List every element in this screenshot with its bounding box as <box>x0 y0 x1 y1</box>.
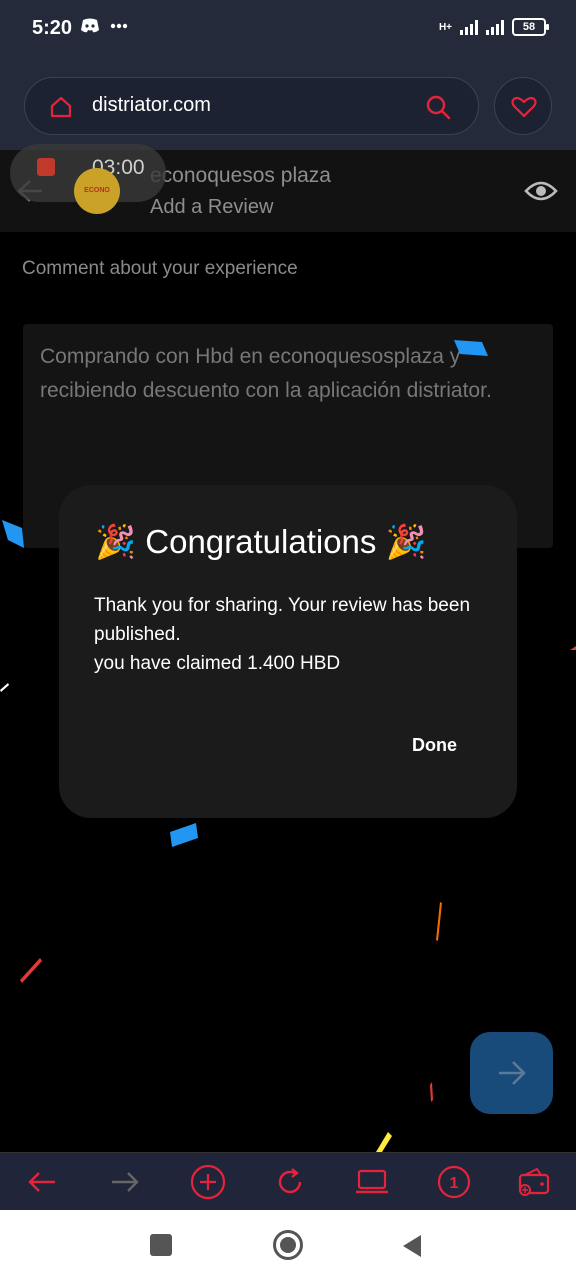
heart-icon <box>511 96 537 118</box>
nav-back-button[interactable] <box>10 1153 74 1211</box>
system-back-button[interactable] <box>400 1233 424 1259</box>
tabs-button[interactable]: 1 <box>422 1153 486 1211</box>
signal-icon-2 <box>486 19 504 35</box>
status-time: 5:20 <box>32 17 73 39</box>
wallet-icon <box>518 1167 550 1196</box>
system-nav-bar <box>0 1210 576 1280</box>
network-type: H+ <box>438 21 452 33</box>
tabs-count-icon: 1 <box>437 1165 471 1199</box>
home-button-dot <box>280 1237 296 1253</box>
status-system-icons: H+ 58 <box>438 18 549 36</box>
plus-circle-icon <box>190 1164 226 1200</box>
tabs-count: 1 <box>450 1175 459 1192</box>
dialog-title: 🎉 Congratulations 🎉 <box>95 523 427 560</box>
arrow-right-icon <box>112 1172 139 1192</box>
recents-button[interactable] <box>150 1234 172 1256</box>
submit-next-button[interactable] <box>470 1032 553 1114</box>
signal-icon <box>460 19 478 35</box>
dialog-message-line1: Thank you for sharing. Your review has b… <box>94 595 471 645</box>
page-subtitle: Add a Review <box>150 196 274 218</box>
search-icon[interactable] <box>425 94 451 120</box>
nav-forward-button[interactable] <box>93 1153 157 1211</box>
new-tab-button[interactable] <box>176 1153 240 1211</box>
discord-icon <box>81 18 99 33</box>
store-logo: ECONO QUESOS <box>74 168 120 214</box>
status-notification-icons <box>80 18 128 34</box>
browser-bottom-bar: 1 <box>0 1152 576 1210</box>
record-stop-icon[interactable] <box>37 158 55 176</box>
browser-top-bar: 5:20 H+ 58 distriator.com <box>0 0 576 150</box>
more-dots-icon <box>110 23 128 29</box>
url-text[interactable]: distriator.com <box>92 94 211 117</box>
home-button[interactable] <box>273 1230 303 1260</box>
arrow-right-icon <box>499 1061 526 1085</box>
congratulations-dialog: 🎉 Congratulations 🎉 Thank you for sharin… <box>59 485 517 818</box>
comment-prompt: Comment about your experience <box>22 258 298 279</box>
wallet-button[interactable] <box>502 1153 566 1211</box>
dialog-message: Thank you for sharing. Your review has b… <box>94 591 494 678</box>
address-bar[interactable]: distriator.com <box>24 77 479 135</box>
store-logo-text: ECONO QUESOS <box>84 187 110 194</box>
arrow-left-icon <box>28 1172 55 1192</box>
home-icon[interactable] <box>49 95 73 119</box>
laptop-icon <box>356 1169 388 1194</box>
reload-button[interactable] <box>258 1153 322 1211</box>
eye-icon[interactable] <box>524 179 558 203</box>
desktop-mode-button[interactable] <box>340 1153 404 1211</box>
battery-icon: 58 <box>512 18 549 36</box>
dialog-message-line2: you have claimed 1.400 HBD <box>94 653 341 674</box>
store-name: econoquesos plaza <box>150 164 331 187</box>
done-button[interactable]: Done <box>412 735 457 756</box>
favorite-button[interactable] <box>494 77 552 135</box>
reload-icon <box>278 1168 302 1194</box>
